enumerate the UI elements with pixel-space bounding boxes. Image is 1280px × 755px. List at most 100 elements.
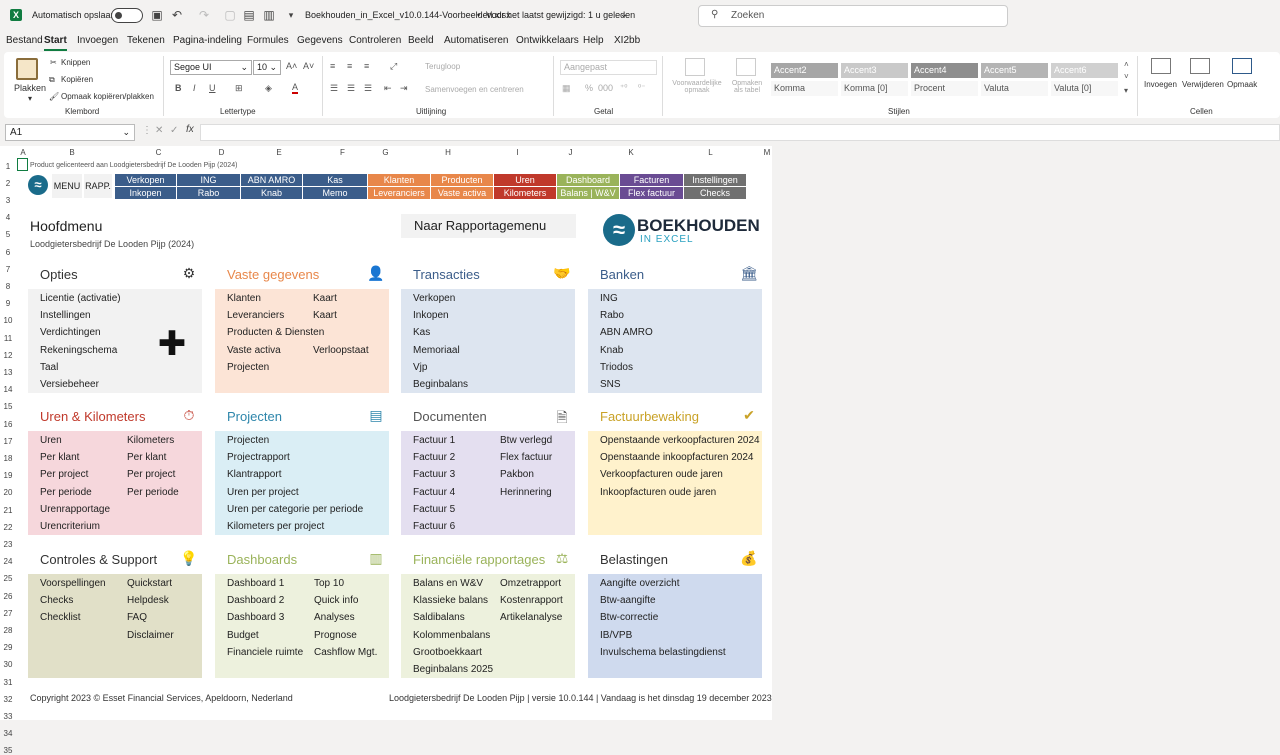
menu-tab-invoegen[interactable]: Invoegen [77,35,118,51]
font-name-select[interactable]: Segoe UI ⌄ [170,60,252,75]
row-header[interactable]: 31 [0,678,16,687]
format-painter-icon[interactable]: 🖌 [49,92,59,101]
save-icon[interactable]: ▣ [150,8,164,22]
delete-cells-icon[interactable] [1190,58,1210,74]
menu-link[interactable]: Quick info [314,595,358,606]
row-header[interactable]: 4 [0,213,16,222]
menu-tab-tekenen[interactable]: Tekenen [127,35,165,51]
menu-link[interactable]: Flex factuur [500,452,552,463]
row-header[interactable]: 19 [0,471,16,480]
menu-link[interactable]: Memoriaal [413,345,460,356]
style-comma-0[interactable]: Komma [0] [841,81,908,96]
number-format-select[interactable]: Aangepast [560,60,657,75]
style-percent[interactable]: Procent [911,81,978,96]
menu-link[interactable]: Kilometers [127,435,174,446]
menu-link[interactable]: Kilometers per project [227,521,324,532]
row-header[interactable]: 28 [0,626,16,635]
menu-link[interactable]: Top 10 [314,578,344,589]
row-header[interactable]: 17 [0,437,16,446]
menu-tab-automatiseren[interactable]: Automatiseren [444,35,508,51]
merge-center-button[interactable]: Samenvoegen en centreren [425,85,524,94]
row-header[interactable]: 26 [0,592,16,601]
menu-link[interactable]: Artikelanalyse [500,612,562,623]
menu-link[interactable]: Knab [600,345,623,356]
nav-link[interactable]: Inkopen [115,187,176,199]
menu-link[interactable]: Uren [40,435,62,446]
paste-button[interactable]: Plakken [14,83,46,93]
menu-link[interactable]: Rekeningschema [40,345,117,356]
menu-link[interactable]: Prognose [314,630,357,641]
formula-input[interactable] [200,124,1280,141]
shrink-font-icon[interactable]: A˅ [303,61,314,71]
menu-link[interactable]: Analyses [314,612,355,623]
menu-tab-formules[interactable]: Formules [247,35,289,51]
menu-link[interactable]: Omzetrapport [500,578,561,589]
menu-link[interactable]: Urencriterium [40,521,100,532]
style-accent6[interactable]: Accent6 [1051,63,1118,78]
column-header[interactable]: J [542,148,599,157]
grow-font-icon[interactable]: A˄ [286,61,297,71]
menu-link[interactable]: Licentie (activatie) [40,293,121,304]
menu-tab-xi2bb[interactable]: XI2bb [614,35,640,51]
row-header[interactable]: 18 [0,454,16,463]
row-header[interactable]: 35 [0,746,16,755]
column-header[interactable]: F [317,148,368,157]
customize-qat-icon[interactable]: ▾ [284,8,298,22]
menu-link[interactable]: Instellingen [40,310,91,321]
row-header[interactable]: 15 [0,402,16,411]
menu-link[interactable]: Pakbon [500,469,534,480]
copy-button[interactable]: Kopiëren [61,75,93,84]
nav-link[interactable]: Vaste activa [431,187,493,199]
print-preview-icon[interactable]: ▤ [242,8,256,22]
align-top-icon[interactable]: ≡ [330,61,335,71]
nav-link[interactable]: Kas [303,174,367,186]
menu-link[interactable]: Per periode [40,487,92,498]
menu-link[interactable]: Helpdesk [127,595,169,606]
menu-link[interactable]: Dashboard 1 [227,578,284,589]
menu-link[interactable]: Herinnering [500,487,552,498]
paste-icon[interactable] [16,58,38,80]
menu-link[interactable]: Grootboekkaart [413,647,482,658]
redo-icon[interactable]: ↷ [197,8,211,22]
menu-link[interactable]: Factuur 2 [413,452,455,463]
format-cells-button[interactable]: Opmaak [1227,80,1257,89]
report-menu-button[interactable]: Naar Rapportagemenu [401,214,576,238]
menu-link[interactable]: Versiebeheer [40,379,99,390]
insert-cells-button[interactable]: Invoegen [1144,80,1177,89]
cut-icon[interactable]: ✂ [50,58,57,67]
fill-color-icon[interactable]: ◈ [265,83,272,94]
column-header[interactable]: I [493,148,542,157]
styles-more-icon[interactable]: ▾ [1124,86,1128,95]
menu-link[interactable]: Disclaimer [127,630,174,641]
menu-link[interactable]: Kaart [313,310,337,321]
nav-link[interactable]: Leveranciers [368,187,430,199]
menu-link[interactable]: FAQ [127,612,147,623]
menu-link[interactable]: Klanten [227,293,261,304]
row-header[interactable]: 2 [0,179,16,188]
menu-tab-pagina-indeling[interactable]: Pagina-indeling [173,35,242,51]
row-header[interactable]: 25 [0,574,16,583]
column-header[interactable]: H [403,148,493,157]
nav-link[interactable]: Instellingen [684,174,746,186]
row-header[interactable]: 11 [0,334,16,343]
orientation-icon[interactable]: ⤢ [390,61,397,72]
nav-link[interactable]: ABN AMRO [241,174,302,186]
column-header[interactable]: G [368,148,403,157]
nav-link[interactable]: Kilometers [494,187,556,199]
menu-link[interactable]: Factuur 1 [413,435,455,446]
row-header[interactable]: 16 [0,420,16,429]
percent-icon[interactable]: % [585,83,593,93]
menu-link[interactable]: Kostenrapport [500,595,563,606]
more-options-icon[interactable]: ⋮ [142,125,152,136]
row-header[interactable]: 5 [0,230,16,239]
nav-link[interactable]: ING [177,174,240,186]
active-cell[interactable] [17,158,28,171]
align-middle-icon[interactable]: ≡ [347,61,352,71]
name-box[interactable]: A1 ⌄ [5,124,135,141]
menu-link[interactable]: Verdichtingen [40,327,101,338]
menu-tab-beeld[interactable]: Beeld [408,35,434,51]
menu-link[interactable]: Voorspellingen [40,578,106,589]
menu-link[interactable]: Financiele ruimte [227,647,303,658]
column-header[interactable]: D [202,148,241,157]
row-header[interactable]: 20 [0,488,16,497]
